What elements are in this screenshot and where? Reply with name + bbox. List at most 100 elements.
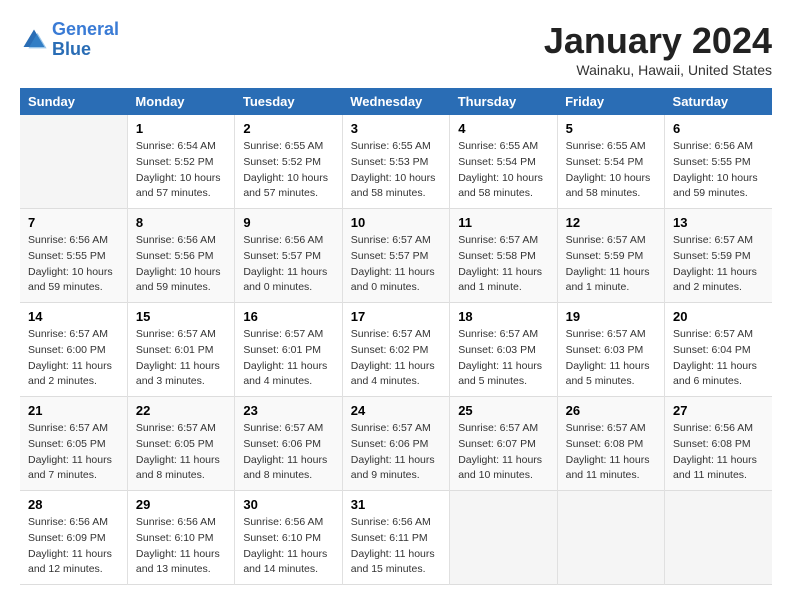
weekday-header-tuesday: Tuesday	[235, 88, 342, 115]
day-info: Sunrise: 6:56 AM Sunset: 5:57 PM Dayligh…	[243, 233, 333, 296]
day-number: 2	[243, 121, 333, 136]
calendar-cell: 15 Sunrise: 6:57 AM Sunset: 6:01 PM Dayli…	[127, 303, 234, 397]
calendar-cell: 5 Sunrise: 6:55 AM Sunset: 5:54 PM Daylig…	[557, 115, 664, 209]
logo-icon	[20, 26, 48, 54]
day-info: Sunrise: 6:55 AM Sunset: 5:52 PM Dayligh…	[243, 139, 333, 202]
day-info: Sunrise: 6:56 AM Sunset: 6:11 PM Dayligh…	[351, 515, 441, 578]
day-number: 11	[458, 215, 548, 230]
calendar-cell: 10Sunrise: 6:57 AM Sunset: 5:57 PM Dayli…	[342, 209, 449, 303]
location-subtitle: Wainaku, Hawaii, United States	[544, 62, 772, 78]
calendar-cell: 13 Sunrise: 6:57 AM Sunset: 5:59 PM Dayli…	[665, 209, 772, 303]
calendar-cell: 21 Sunrise: 6:57 AM Sunset: 6:05 PM Dayli…	[20, 397, 127, 491]
day-number: 30	[243, 497, 333, 512]
month-title: January 2024	[544, 20, 772, 62]
day-number: 5	[566, 121, 656, 136]
day-number: 23	[243, 403, 333, 418]
day-info: Sunrise: 6:56 AM Sunset: 6:10 PM Dayligh…	[243, 515, 333, 578]
calendar-cell: 25 Sunrise: 6:57 AM Sunset: 6:07 PM Dayli…	[450, 397, 557, 491]
weekday-header-thursday: Thursday	[450, 88, 557, 115]
day-number: 24	[351, 403, 441, 418]
weekday-header-saturday: Saturday	[665, 88, 772, 115]
day-info: Sunrise: 6:57 AM Sunset: 6:08 PM Dayligh…	[566, 421, 656, 484]
day-info: Sunrise: 6:57 AM Sunset: 5:58 PM Dayligh…	[458, 233, 548, 296]
day-number: 10	[351, 215, 441, 230]
calendar-cell: 23 Sunrise: 6:57 AM Sunset: 6:06 PM Dayli…	[235, 397, 342, 491]
day-info: Sunrise: 6:57 AM Sunset: 6:01 PM Dayligh…	[136, 327, 226, 390]
calendar-week-row: 7Sunrise: 6:56 AM Sunset: 5:55 PM Daylig…	[20, 209, 772, 303]
calendar-cell	[557, 491, 664, 585]
day-info: Sunrise: 6:56 AM Sunset: 5:56 PM Dayligh…	[136, 233, 226, 296]
calendar-cell	[450, 491, 557, 585]
calendar-table: SundayMondayTuesdayWednesdayThursdayFrid…	[20, 88, 772, 585]
day-info: Sunrise: 6:57 AM Sunset: 6:06 PM Dayligh…	[243, 421, 333, 484]
day-number: 13	[673, 215, 764, 230]
weekday-header-wednesday: Wednesday	[342, 88, 449, 115]
day-info: Sunrise: 6:57 AM Sunset: 6:00 PM Dayligh…	[28, 327, 119, 390]
day-info: Sunrise: 6:57 AM Sunset: 6:03 PM Dayligh…	[458, 327, 548, 390]
day-info: Sunrise: 6:55 AM Sunset: 5:54 PM Dayligh…	[458, 139, 548, 202]
weekday-header-row: SundayMondayTuesdayWednesdayThursdayFrid…	[20, 88, 772, 115]
day-number: 17	[351, 309, 441, 324]
calendar-cell: 20 Sunrise: 6:57 AM Sunset: 6:04 PM Dayli…	[665, 303, 772, 397]
calendar-cell: 17Sunrise: 6:57 AM Sunset: 6:02 PM Dayli…	[342, 303, 449, 397]
logo-text: General Blue	[52, 20, 119, 60]
calendar-cell: 11 Sunrise: 6:57 AM Sunset: 5:58 PM Dayli…	[450, 209, 557, 303]
calendar-cell: 14 Sunrise: 6:57 AM Sunset: 6:00 PM Dayli…	[20, 303, 127, 397]
calendar-cell: 8Sunrise: 6:56 AM Sunset: 5:56 PM Daylig…	[127, 209, 234, 303]
day-info: Sunrise: 6:55 AM Sunset: 5:53 PM Dayligh…	[351, 139, 441, 202]
day-number: 31	[351, 497, 441, 512]
logo: General Blue	[20, 20, 119, 60]
calendar-week-row: 14 Sunrise: 6:57 AM Sunset: 6:00 PM Dayli…	[20, 303, 772, 397]
calendar-cell: 7Sunrise: 6:56 AM Sunset: 5:55 PM Daylig…	[20, 209, 127, 303]
calendar-cell: 1Sunrise: 6:54 AM Sunset: 5:52 PM Daylig…	[127, 115, 234, 209]
calendar-cell: 26 Sunrise: 6:57 AM Sunset: 6:08 PM Dayli…	[557, 397, 664, 491]
day-number: 26	[566, 403, 656, 418]
calendar-cell: 3 Sunrise: 6:55 AM Sunset: 5:53 PM Daylig…	[342, 115, 449, 209]
day-number: 18	[458, 309, 548, 324]
day-number: 15	[136, 309, 226, 324]
day-number: 25	[458, 403, 548, 418]
calendar-cell: 2 Sunrise: 6:55 AM Sunset: 5:52 PM Daylig…	[235, 115, 342, 209]
calendar-week-row: 28Sunrise: 6:56 AM Sunset: 6:09 PM Dayli…	[20, 491, 772, 585]
day-info: Sunrise: 6:55 AM Sunset: 5:54 PM Dayligh…	[566, 139, 656, 202]
calendar-cell: 31 Sunrise: 6:56 AM Sunset: 6:11 PM Dayli…	[342, 491, 449, 585]
calendar-cell: 16Sunrise: 6:57 AM Sunset: 6:01 PM Dayli…	[235, 303, 342, 397]
day-number: 3	[351, 121, 441, 136]
calendar-cell	[665, 491, 772, 585]
calendar-cell: 9 Sunrise: 6:56 AM Sunset: 5:57 PM Daylig…	[235, 209, 342, 303]
calendar-header: SundayMondayTuesdayWednesdayThursdayFrid…	[20, 88, 772, 115]
calendar-cell: 22 Sunrise: 6:57 AM Sunset: 6:05 PM Dayli…	[127, 397, 234, 491]
day-number: 21	[28, 403, 119, 418]
calendar-week-row: 21 Sunrise: 6:57 AM Sunset: 6:05 PM Dayli…	[20, 397, 772, 491]
day-info: Sunrise: 6:57 AM Sunset: 6:03 PM Dayligh…	[566, 327, 656, 390]
weekday-header-monday: Monday	[127, 88, 234, 115]
weekday-header-friday: Friday	[557, 88, 664, 115]
day-number: 28	[28, 497, 119, 512]
calendar-cell	[20, 115, 127, 209]
day-number: 12	[566, 215, 656, 230]
day-info: Sunrise: 6:57 AM Sunset: 6:07 PM Dayligh…	[458, 421, 548, 484]
day-number: 4	[458, 121, 548, 136]
weekday-header-sunday: Sunday	[20, 88, 127, 115]
day-number: 27	[673, 403, 764, 418]
day-info: Sunrise: 6:57 AM Sunset: 6:01 PM Dayligh…	[243, 327, 333, 390]
day-number: 22	[136, 403, 226, 418]
day-info: Sunrise: 6:57 AM Sunset: 5:59 PM Dayligh…	[566, 233, 656, 296]
day-info: Sunrise: 6:57 AM Sunset: 5:59 PM Dayligh…	[673, 233, 764, 296]
day-number: 1	[136, 121, 226, 136]
day-info: Sunrise: 6:57 AM Sunset: 6:05 PM Dayligh…	[28, 421, 119, 484]
day-number: 29	[136, 497, 226, 512]
day-number: 9	[243, 215, 333, 230]
day-info: Sunrise: 6:56 AM Sunset: 5:55 PM Dayligh…	[673, 139, 764, 202]
calendar-cell: 28Sunrise: 6:56 AM Sunset: 6:09 PM Dayli…	[20, 491, 127, 585]
calendar-body: 1Sunrise: 6:54 AM Sunset: 5:52 PM Daylig…	[20, 115, 772, 585]
calendar-cell: 24Sunrise: 6:57 AM Sunset: 6:06 PM Dayli…	[342, 397, 449, 491]
calendar-cell: 29Sunrise: 6:56 AM Sunset: 6:10 PM Dayli…	[127, 491, 234, 585]
calendar-cell: 12 Sunrise: 6:57 AM Sunset: 5:59 PM Dayli…	[557, 209, 664, 303]
day-number: 7	[28, 215, 119, 230]
calendar-cell: 27Sunrise: 6:56 AM Sunset: 6:08 PM Dayli…	[665, 397, 772, 491]
day-number: 14	[28, 309, 119, 324]
day-info: Sunrise: 6:57 AM Sunset: 6:04 PM Dayligh…	[673, 327, 764, 390]
day-number: 20	[673, 309, 764, 324]
day-info: Sunrise: 6:57 AM Sunset: 6:05 PM Dayligh…	[136, 421, 226, 484]
